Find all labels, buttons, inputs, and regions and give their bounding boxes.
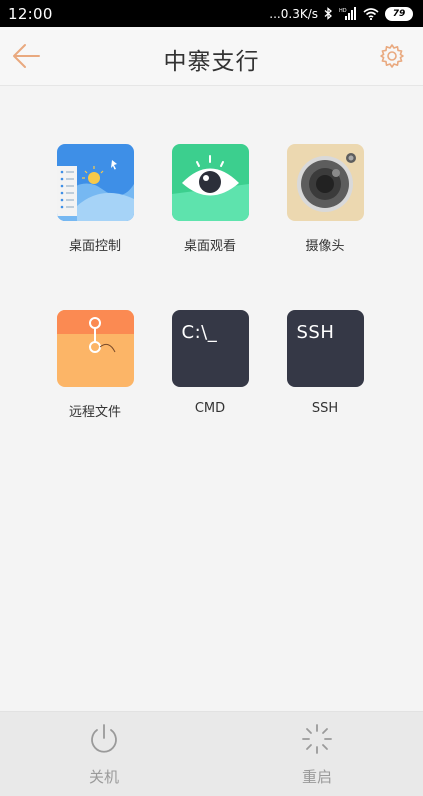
app-label: 桌面控制: [68, 239, 121, 254]
loading-spinner-icon: [302, 724, 332, 754]
restart-label: 重启: [301, 768, 332, 786]
app-ssh[interactable]: SSH SSH: [270, 310, 380, 416]
restart-button[interactable]: 重启: [277, 722, 357, 787]
app-label: 远程文件: [68, 405, 121, 420]
folder-icon: [56, 310, 134, 387]
app-desktop-control[interactable]: 桌面控制: [40, 144, 150, 254]
terminal-glyph: SSH: [296, 322, 335, 343]
battery-level: 79: [392, 8, 406, 19]
status-time: 12:00: [8, 4, 53, 23]
status-indicators: ...0.3K/s HD 79: [269, 6, 413, 21]
gear-icon: [380, 44, 404, 68]
svg-text:HD: HD: [339, 8, 347, 14]
shutdown-button[interactable]: 关机: [64, 722, 144, 787]
terminal-icon: SSH: [286, 310, 364, 387]
app-camera[interactable]: 摄像头: [270, 144, 380, 254]
bluetooth-icon: [324, 7, 333, 20]
settings-button[interactable]: [379, 43, 405, 69]
signal-icon: HD: [339, 7, 357, 20]
app-label: 桌面观看: [183, 239, 236, 254]
desktop-control-icon: [56, 144, 134, 221]
page-title: 中寨支行: [163, 49, 260, 75]
app-desktop-view[interactable]: 桌面观看: [155, 144, 265, 254]
bottom-action-bar: 关机 重启: [0, 711, 423, 796]
shutdown-label: 关机: [88, 768, 119, 786]
battery-icon: 79: [385, 6, 413, 21]
network-speed: ...0.3K/s: [269, 6, 318, 21]
wifi-icon: [363, 7, 379, 20]
app-cmd[interactable]: C:\_ CMD: [155, 310, 265, 416]
eye-icon: [171, 144, 249, 221]
power-icon: [91, 724, 117, 753]
app-label: 摄像头: [305, 239, 345, 254]
status-bar: 12:00 ...0.3K/s HD 79: [0, 0, 423, 27]
app-label: CMD: [194, 401, 226, 416]
terminal-glyph: C:\_: [181, 322, 218, 343]
camera-icon: [286, 144, 364, 221]
app-header: 中寨支行: [0, 27, 423, 86]
app-remote-files[interactable]: 远程文件: [40, 310, 150, 420]
app-label: SSH: [311, 401, 339, 416]
terminal-icon: C:\_: [171, 310, 249, 387]
